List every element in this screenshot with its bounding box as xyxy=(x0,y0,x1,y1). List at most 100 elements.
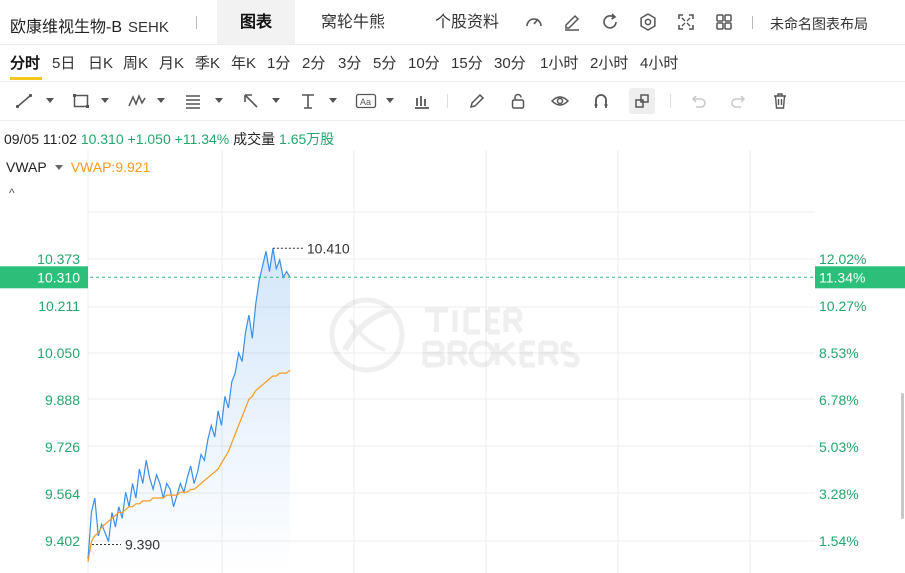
period-daily[interactable]: 日K xyxy=(88,52,113,73)
trend-line-icon[interactable] xyxy=(14,91,34,111)
right-axis-tick-label: 3.28% xyxy=(819,486,859,502)
period-2min[interactable]: 2分 xyxy=(302,52,325,73)
rectangle-icon[interactable] xyxy=(71,91,91,111)
active-period-indicator xyxy=(10,77,42,80)
eye-icon[interactable] xyxy=(550,91,570,111)
period-1min[interactable]: 1分 xyxy=(267,52,290,73)
tiger-brokers-watermark xyxy=(329,297,580,373)
period-quarterly[interactable]: 季K xyxy=(195,52,220,73)
last-pct-tag-label: 11.34% xyxy=(819,269,865,285)
gear-icon[interactable] xyxy=(638,12,658,32)
scrollbar-thumb[interactable] xyxy=(901,393,904,519)
period-yearly[interactable]: 年K xyxy=(231,52,256,73)
divider xyxy=(670,94,671,108)
fullscreen-icon[interactable] xyxy=(676,12,696,32)
delete-icon[interactable] xyxy=(770,91,790,111)
intraday-chart[interactable]: 10.373 10.211 10.050 9.888 9.726 9.564 9.402 1… xyxy=(0,150,905,573)
chevron-down-icon[interactable] xyxy=(54,164,63,170)
indicator-icon[interactable] xyxy=(412,91,432,111)
top-bar: 欧康维视生物-B SEHK 图表 窝轮牛熊 个股资料 未命名图表布局 xyxy=(0,0,905,45)
left-axis-tick-label: 9.726 xyxy=(45,439,80,455)
left-axis-tick-label: 9.402 xyxy=(45,533,80,549)
period-10min[interactable]: 10分 xyxy=(408,52,440,73)
market-code: SEHK xyxy=(128,19,169,36)
text-annotation-icon[interactable]: Aa xyxy=(355,91,377,111)
grid-icon[interactable] xyxy=(714,12,734,32)
last-price-tag-label: 10.310 xyxy=(37,269,80,285)
chevron-down-icon[interactable] xyxy=(215,98,223,103)
low-marker-label: 9.390 xyxy=(125,536,160,552)
period-4hour[interactable]: 4小时 xyxy=(640,52,678,73)
chevron-down-icon[interactable] xyxy=(272,98,280,103)
period-15min[interactable]: 15分 xyxy=(451,52,483,73)
lock-icon[interactable] xyxy=(508,91,528,111)
right-axis-tick-label: 8.53% xyxy=(819,345,859,361)
edit-icon[interactable] xyxy=(562,12,582,32)
speedometer-icon[interactable] xyxy=(524,12,544,32)
divider xyxy=(447,94,448,108)
volume-label: 成交量 xyxy=(233,131,276,147)
stock-name: 欧康维视生物-B xyxy=(10,19,123,36)
divider xyxy=(196,16,197,29)
period-2hour[interactable]: 2小时 xyxy=(590,52,628,73)
chevron-down-icon[interactable] xyxy=(101,98,109,103)
right-axis-tick-label: 12.02% xyxy=(819,251,866,267)
link-icon[interactable] xyxy=(629,88,655,114)
indicator-legend[interactable]: VWAP VWAP:9.921 xyxy=(6,159,150,175)
period-30min[interactable]: 30分 xyxy=(494,52,526,73)
redo-icon[interactable] xyxy=(729,91,749,111)
left-axis-tick-label: 10.211 xyxy=(38,298,80,314)
price-range-icon[interactable] xyxy=(298,91,318,111)
chevron-down-icon[interactable] xyxy=(386,98,394,103)
quote-change: +1.050 xyxy=(127,131,171,147)
left-price-axis: 10.373 10.211 10.050 9.888 9.726 9.564 9.402 xyxy=(37,251,80,549)
plot-area xyxy=(87,248,291,573)
divider xyxy=(752,16,753,29)
quote-time: 09/05 11:02 xyxy=(4,131,77,147)
magnet-icon[interactable] xyxy=(591,91,611,111)
wave-pattern-icon[interactable] xyxy=(127,91,147,111)
left-axis-tick-label: 9.564 xyxy=(45,486,80,502)
drawing-toolbar: Aa xyxy=(0,82,905,121)
arrow-icon[interactable] xyxy=(241,91,261,111)
left-axis-tick-label: 10.050 xyxy=(37,345,80,361)
period-5min[interactable]: 5分 xyxy=(373,52,396,73)
high-marker-label: 10.410 xyxy=(307,240,350,256)
undo-icon[interactable] xyxy=(688,91,708,111)
refresh-icon[interactable] xyxy=(600,12,620,32)
indicator-value: VWAP:9.921 xyxy=(70,159,151,175)
left-axis-tick-label: 10.373 xyxy=(37,251,80,267)
tab-chart[interactable]: 图表 xyxy=(217,0,295,44)
period-intraday[interactable]: 分时 xyxy=(10,52,40,73)
right-axis-tick-label: 5.03% xyxy=(819,439,859,455)
stock-title: 欧康维视生物-B SEHK xyxy=(10,13,169,37)
period-monthly[interactable]: 月K xyxy=(159,52,184,73)
right-axis-tick-label: 6.78% xyxy=(819,392,859,408)
tab-company-info[interactable]: 个股资料 xyxy=(420,0,514,44)
right-axis-tick-label: 10.27% xyxy=(819,298,866,314)
svg-text:Aa: Aa xyxy=(360,97,371,107)
collapse-icon[interactable]: ^ xyxy=(9,186,15,200)
volume-value: 1.65万股 xyxy=(279,131,335,147)
left-axis-tick-label: 9.888 xyxy=(45,392,80,408)
tab-warrants[interactable]: 窝轮牛熊 xyxy=(306,0,400,44)
brush-icon[interactable] xyxy=(467,91,487,111)
period-selector: 分时 5日 日K 周K 月K 季K 年K 1分 2分 3分 5分 10分 15分… xyxy=(0,44,905,82)
right-percent-axis: 12.02% 10.27% 8.53% 6.78% 5.03% 3.28% 1.54% xyxy=(819,251,866,549)
period-5day[interactable]: 5日 xyxy=(52,52,75,73)
period-1hour[interactable]: 1小时 xyxy=(540,52,578,73)
chevron-down-icon[interactable] xyxy=(46,98,54,103)
quote-line: 09/05 11:02 10.310 +1.050 +11.34% 成交量 1.… xyxy=(4,129,334,149)
period-weekly[interactable]: 周K xyxy=(123,52,148,73)
quote-change-pct: +11.34% xyxy=(174,131,230,147)
chevron-down-icon[interactable] xyxy=(157,98,165,103)
right-axis-tick-label: 1.54% xyxy=(819,533,859,549)
chevron-down-icon[interactable] xyxy=(329,98,337,103)
indicator-name[interactable]: VWAP xyxy=(6,159,47,175)
price-area-fill xyxy=(88,248,290,573)
layout-name[interactable]: 未命名图表布局 xyxy=(770,14,868,34)
period-3min[interactable]: 3分 xyxy=(338,52,361,73)
quote-price: 10.310 xyxy=(80,131,124,147)
fibonacci-icon[interactable] xyxy=(183,91,203,111)
last-price-tags: 10.310 11.34% xyxy=(0,266,905,289)
